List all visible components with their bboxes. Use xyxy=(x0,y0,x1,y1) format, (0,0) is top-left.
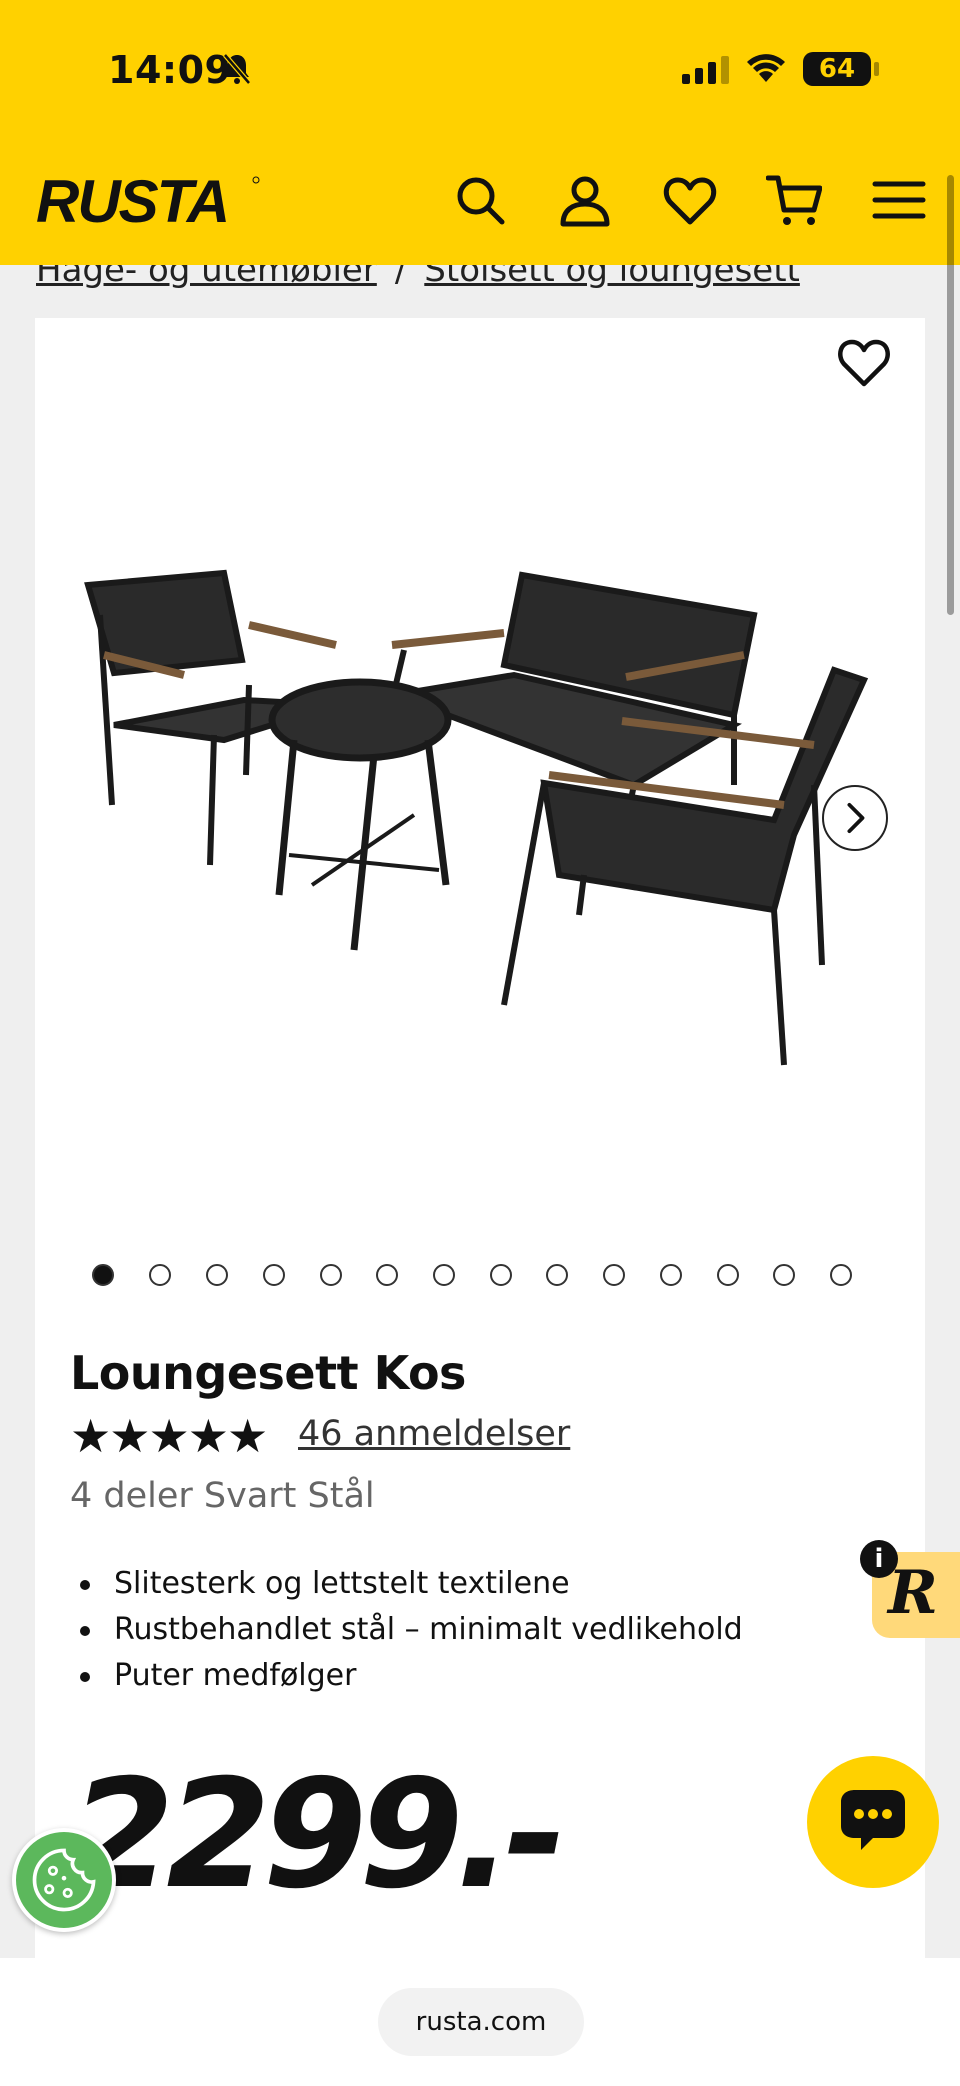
feature-item: Slitesterk og lettstelt textilene xyxy=(80,1562,743,1608)
favorite-heart-icon[interactable] xyxy=(836,334,892,390)
site-header: 14:09 64 RUSTA xyxy=(0,0,960,265)
next-image-button[interactable] xyxy=(822,785,888,851)
status-time: 14:09 xyxy=(108,48,232,92)
gallery-dot[interactable] xyxy=(320,1264,342,1286)
svg-text:RUSTA: RUSTA xyxy=(36,170,228,232)
battery-tip xyxy=(874,62,879,76)
feature-item: Rustbehandlet stål – minimalt vedlikehol… xyxy=(80,1608,743,1654)
menu-icon[interactable] xyxy=(871,172,927,228)
product-variant: 4 deler Svart Stål xyxy=(70,1476,375,1516)
gallery-dot[interactable] xyxy=(830,1264,852,1286)
rating-stars: ★★★★★ xyxy=(70,1409,268,1463)
gallery-dot[interactable] xyxy=(660,1264,682,1286)
coffee-table xyxy=(268,678,452,951)
main-nav: RUSTA xyxy=(0,160,960,240)
r-badge-letter: R xyxy=(888,1558,938,1628)
heart-icon[interactable] xyxy=(662,172,718,228)
gallery-dot[interactable] xyxy=(263,1264,285,1286)
gallery-dot[interactable] xyxy=(717,1264,739,1286)
gallery-dot[interactable] xyxy=(206,1264,228,1286)
chevron-right-icon xyxy=(847,802,865,834)
gallery-pagination xyxy=(92,1264,872,1290)
gallery-dot[interactable] xyxy=(546,1264,568,1286)
silent-bell-icon xyxy=(223,53,251,85)
browser-bottom-bar: rusta.com xyxy=(0,1958,960,2086)
cell-signal-icon xyxy=(682,56,729,84)
info-icon[interactable]: i xyxy=(860,1540,898,1578)
status-bar: 14:09 64 xyxy=(0,0,960,140)
url-bar[interactable]: rusta.com xyxy=(378,1988,584,2056)
cart-icon[interactable] xyxy=(766,172,822,228)
reviews-link[interactable]: 46 anmeldelser xyxy=(298,1414,570,1454)
feature-list: Slitesterk og lettstelt textilene Rustbe… xyxy=(80,1562,743,1700)
feature-item: Puter medfølger xyxy=(80,1654,743,1700)
gallery-dot[interactable] xyxy=(376,1264,398,1286)
gallery-dot[interactable] xyxy=(433,1264,455,1286)
cookie-settings-button[interactable] xyxy=(12,1828,116,1932)
search-icon[interactable] xyxy=(452,172,508,228)
gallery-dot[interactable] xyxy=(603,1264,625,1286)
product-title: Loungesett Kos xyxy=(70,1346,466,1400)
chat-button[interactable] xyxy=(807,1756,939,1888)
wifi-icon xyxy=(747,54,785,82)
gallery-dot[interactable] xyxy=(490,1264,512,1286)
gallery-dot[interactable] xyxy=(149,1264,171,1286)
battery-icon: 64 xyxy=(803,52,871,86)
chat-bubble-icon xyxy=(841,1790,905,1850)
gallery-dot[interactable] xyxy=(92,1264,114,1286)
gallery-dot[interactable] xyxy=(773,1264,795,1286)
user-icon[interactable] xyxy=(557,172,613,228)
product-price: 2299.- xyxy=(70,1748,567,1922)
page-scrollbar[interactable] xyxy=(947,175,954,615)
product-image[interactable] xyxy=(74,555,886,1075)
rusta-logo[interactable]: RUSTA xyxy=(34,170,264,232)
